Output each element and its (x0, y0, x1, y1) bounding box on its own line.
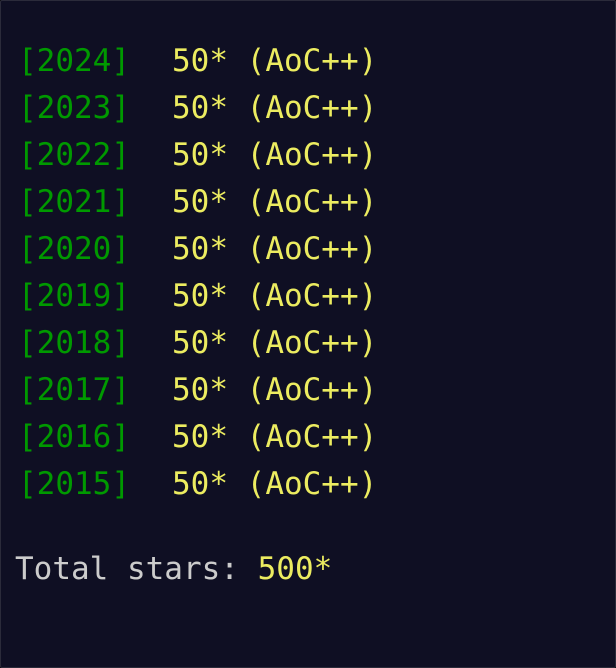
year-list: [2024] 50* (AoC++) [2023] 50* (AoC++) [202… (18, 38, 377, 508)
year-row-2019: [2019] 50* (AoC++) (18, 273, 377, 320)
year-link-2018[interactable]: [2018] (18, 320, 172, 367)
year-stars: 50* (AoC++) (172, 43, 378, 79)
year-link-2021[interactable]: [2021] (18, 179, 172, 226)
year-row-2020: [2020] 50* (AoC++) (18, 226, 377, 273)
year-row-2024: [2024] 50* (AoC++) (18, 38, 377, 85)
year-link-2019[interactable]: [2019] (18, 273, 172, 320)
year-stars: 50* (AoC++) (172, 419, 378, 455)
year-stars: 50* (AoC++) (172, 137, 378, 173)
year-row-2023: [2023] 50* (AoC++) (18, 85, 377, 132)
year-link-2016[interactable]: [2016] (18, 414, 172, 461)
year-stars: 50* (AoC++) (172, 278, 378, 314)
year-stars: 50* (AoC++) (172, 184, 378, 220)
year-link-2017[interactable]: [2017] (18, 367, 172, 414)
year-row-2022: [2022] 50* (AoC++) (18, 132, 377, 179)
year-row-2018: [2018] 50* (AoC++) (18, 320, 377, 367)
year-stars: 50* (AoC++) (172, 231, 378, 267)
total-stars-value: 500* (257, 551, 333, 587)
year-row-2015: [2015] 50* (AoC++) (18, 461, 377, 508)
year-link-2015[interactable]: [2015] (18, 461, 172, 508)
year-link-2024[interactable]: [2024] (18, 38, 172, 85)
events-panel: [2024] 50* (AoC++) [2023] 50* (AoC++) [202… (0, 0, 616, 668)
year-link-2023[interactable]: [2023] (18, 85, 172, 132)
total-stars-label: Total stars: (15, 551, 258, 587)
year-stars: 50* (AoC++) (172, 325, 378, 361)
year-link-2022[interactable]: [2022] (18, 132, 172, 179)
year-stars: 50* (AoC++) (172, 372, 378, 408)
year-link-2020[interactable]: [2020] (18, 226, 172, 273)
year-stars: 50* (AoC++) (172, 90, 378, 126)
year-row-2017: [2017] 50* (AoC++) (18, 367, 377, 414)
year-row-2021: [2021] 50* (AoC++) (18, 179, 377, 226)
year-stars: 50* (AoC++) (172, 466, 378, 502)
year-row-2016: [2016] 50* (AoC++) (18, 414, 377, 461)
total-stars-line: Total stars: 500* (15, 547, 332, 591)
